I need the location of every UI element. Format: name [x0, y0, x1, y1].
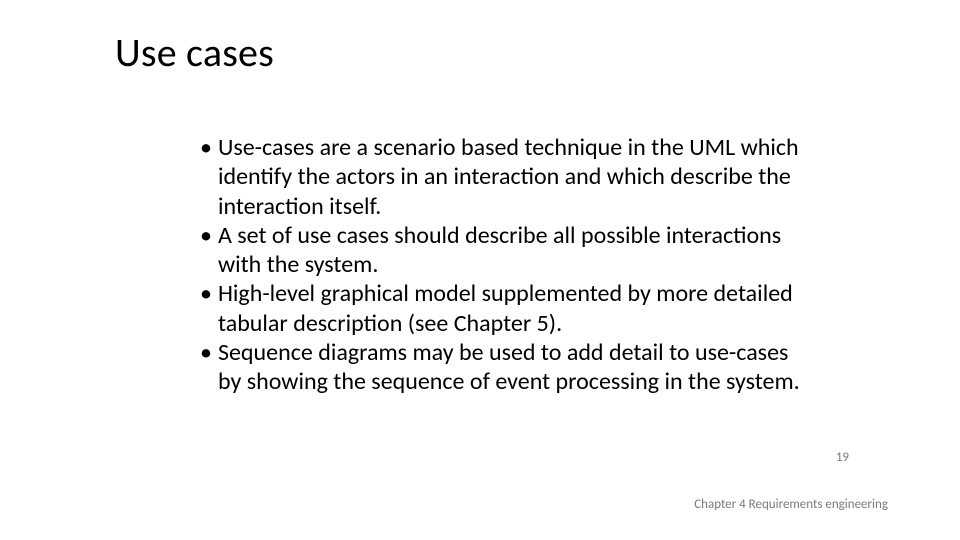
bullet-item: • High-level graphical model supplemente… [200, 279, 800, 338]
page-number: 19 [836, 450, 849, 465]
bullet-text: Sequence diagrams may be used to add det… [218, 338, 800, 397]
slide: Use cases • Use-cases are a scenario bas… [0, 0, 960, 540]
bullet-text: A set of use cases should describe all p… [218, 221, 800, 280]
bullet-item: • Use-cases are a scenario based techniq… [200, 133, 800, 221]
slide-title: Use cases [115, 28, 274, 77]
bullet-icon: • [200, 221, 212, 250]
bullet-item: • A set of use cases should describe all… [200, 221, 800, 280]
bullet-icon: • [200, 133, 212, 162]
bullet-icon: • [200, 338, 212, 367]
bullet-text: Use-cases are a scenario based technique… [218, 133, 800, 221]
bullet-item: • Sequence diagrams may be used to add d… [200, 338, 800, 397]
bullet-icon: • [200, 279, 212, 308]
body-content: • Use-cases are a scenario based techniq… [200, 133, 800, 396]
bullet-text: High-level graphical model supplemented … [218, 279, 800, 338]
footer-text: Chapter 4 Requirements engineering [694, 497, 888, 512]
